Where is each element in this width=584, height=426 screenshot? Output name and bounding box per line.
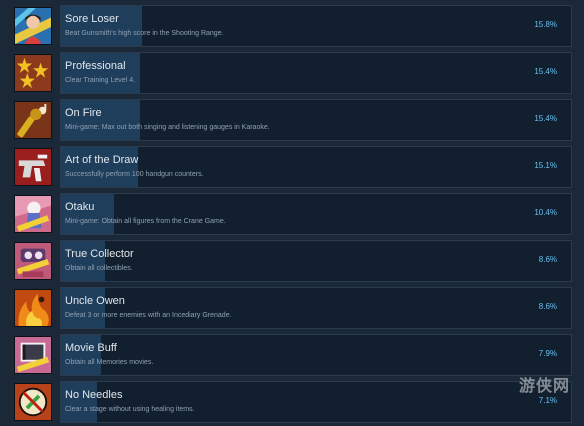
achievement-description: Obtain all collectibles. [65,265,133,272]
progress-fill [61,6,142,46]
progress-fill [61,100,140,140]
progress-fill [61,382,98,422]
achievement-row: True Collector Obtain all collectibles. … [10,240,572,282]
achievement-row: Professional Clear Training Level 4. 15.… [10,52,572,94]
unlock-percent: 7.9% [538,349,557,358]
progress-bar: On Fire Mini-game: Max out both singing … [60,99,572,141]
unlock-percent: 15.8% [534,20,557,29]
unlock-percent: 10.4% [534,208,557,217]
progress-fill [61,194,115,234]
progress-fill [61,288,105,328]
progress-bar: No Needles Clear a stage without using h… [60,381,572,423]
achievement-description: Beat Gunsmith's high score in the Shooti… [65,30,224,37]
achievement-row: Otaku Mini-game: Obtain all figures from… [10,193,572,235]
fire-icon [14,289,52,327]
achievement-title: Movie Buff [65,342,117,354]
progress-fill [61,335,102,375]
unlock-percent: 15.4% [534,114,557,123]
film-icon [14,336,52,374]
progress-bar: Uncle Owen Defeat 3 or more enemies with… [60,287,572,329]
unlock-percent: 8.6% [538,302,557,311]
achievement-row: Sore Loser Beat Gunsmith's high score in… [10,5,572,47]
no-syringe-icon [14,383,52,421]
progress-fill [61,53,140,93]
achievement-description: Mini-game: Obtain all figures from the C… [65,218,226,225]
achievement-description: Clear a stage without using healing item… [65,406,195,413]
achievement-title: Uncle Owen [65,295,125,307]
achievement-row: No Needles Clear a stage without using h… [10,381,572,423]
microphone-icon [14,101,52,139]
woman-portrait-icon [14,7,52,45]
achievement-title: True Collector [65,248,134,260]
achievement-description: Defeat 3 or more enemies with an Incedia… [65,312,232,319]
achievement-title: No Needles [65,389,123,401]
collector-icon [14,242,52,280]
achievement-row: On Fire Mini-game: Max out both singing … [10,99,572,141]
progress-bar: True Collector Obtain all collectibles. … [60,240,572,282]
unlock-percent: 7.1% [538,396,557,405]
achievement-description: Clear Training Level 4. [65,77,136,84]
progress-bar: Movie Buff Obtain all Memories movies. 7… [60,334,572,376]
watermark: 游侠网 [518,378,570,395]
figure-icon [14,195,52,233]
achievement-title: Sore Loser [65,13,119,25]
achievement-title: Otaku [65,201,95,213]
unlock-percent: 15.4% [534,67,557,76]
progress-bar: Professional Clear Training Level 4. 15.… [60,52,572,94]
achievement-title: Professional [65,60,126,72]
achievement-description: Mini-game: Max out both singing and list… [65,124,270,131]
progress-bar: Otaku Mini-game: Obtain all figures from… [60,193,572,235]
achievement-row: Art of the Draw Successfully perform 100… [10,146,572,188]
achievement-row: Uncle Owen Defeat 3 or more enemies with… [10,287,572,329]
stars-icon [14,54,52,92]
achievement-title: On Fire [65,107,102,119]
progress-fill [61,241,105,281]
unlock-percent: 15.1% [534,161,557,170]
progress-bar: Art of the Draw Successfully perform 100… [60,146,572,188]
progress-fill [61,147,138,187]
unlock-percent: 8.6% [538,255,557,264]
achievement-row: Movie Buff Obtain all Memories movies. 7… [10,334,572,376]
achievement-description: Successfully perform 100 handgun counter… [65,171,204,178]
progress-bar: Sore Loser Beat Gunsmith's high score in… [60,5,572,47]
achievement-title: Art of the Draw [65,154,139,166]
handgun-icon [14,148,52,186]
achievement-description: Obtain all Memories movies. [65,359,154,366]
